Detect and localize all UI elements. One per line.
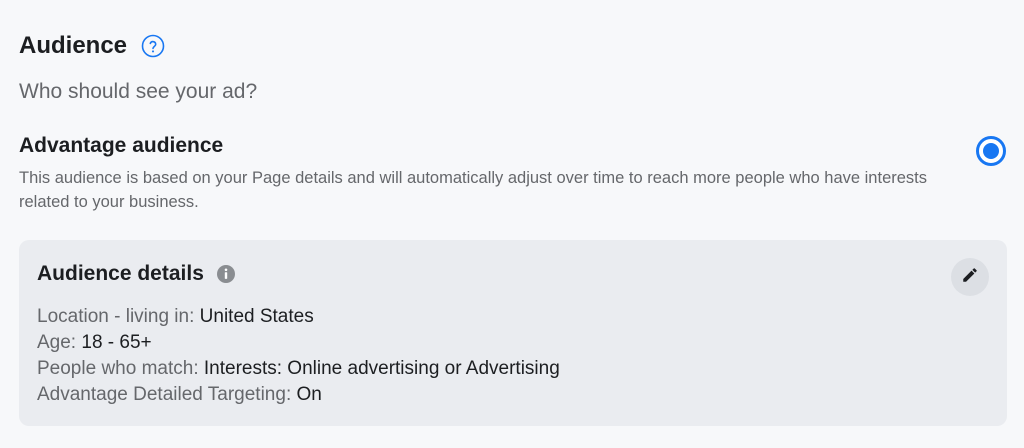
- audience-details-card: Audience details Location - living in: U…: [19, 240, 1007, 426]
- advantage-audience-title: Advantage audience: [19, 134, 224, 157]
- edit-audience-button[interactable]: [951, 258, 989, 296]
- detail-age-label: Age:: [37, 332, 82, 353]
- detail-advantage-targeting: Advantage Detailed Targeting: On: [37, 382, 560, 408]
- detail-location-value: United States: [199, 306, 314, 327]
- detail-age: Age: 18 - 65+: [37, 330, 560, 356]
- detail-advantage-targeting-label: Advantage Detailed Targeting:: [37, 384, 297, 405]
- info-icon[interactable]: [216, 264, 236, 284]
- audience-heading-row: Audience: [19, 30, 165, 62]
- question-circle-icon[interactable]: [141, 34, 165, 58]
- detail-age-value: 18 - 65+: [81, 332, 152, 353]
- audience-details-list: Location - living in: United States Age:…: [37, 304, 560, 408]
- pencil-icon: [961, 266, 979, 289]
- audience-details-title: Audience details: [37, 262, 204, 285]
- detail-interests: People who match: Interests: Online adve…: [37, 356, 560, 382]
- audience-section: Audience Who should see your ad? Advanta…: [0, 0, 1024, 448]
- advantage-audience-radio[interactable]: [975, 135, 1007, 167]
- detail-interests-value: Interests: Online advertising or Adverti…: [203, 358, 560, 379]
- detail-advantage-targeting-value: On: [296, 384, 322, 405]
- detail-location: Location - living in: United States: [37, 304, 560, 330]
- audience-details-header: Audience details: [37, 260, 236, 288]
- advantage-audience-description: This audience is based on your Page deta…: [19, 169, 927, 211]
- detail-interests-label: People who match:: [37, 358, 204, 379]
- audience-subheading: Who should see your ad?: [19, 80, 258, 103]
- detail-location-label: Location - living in:: [37, 306, 200, 327]
- audience-heading: Audience: [19, 32, 128, 59]
